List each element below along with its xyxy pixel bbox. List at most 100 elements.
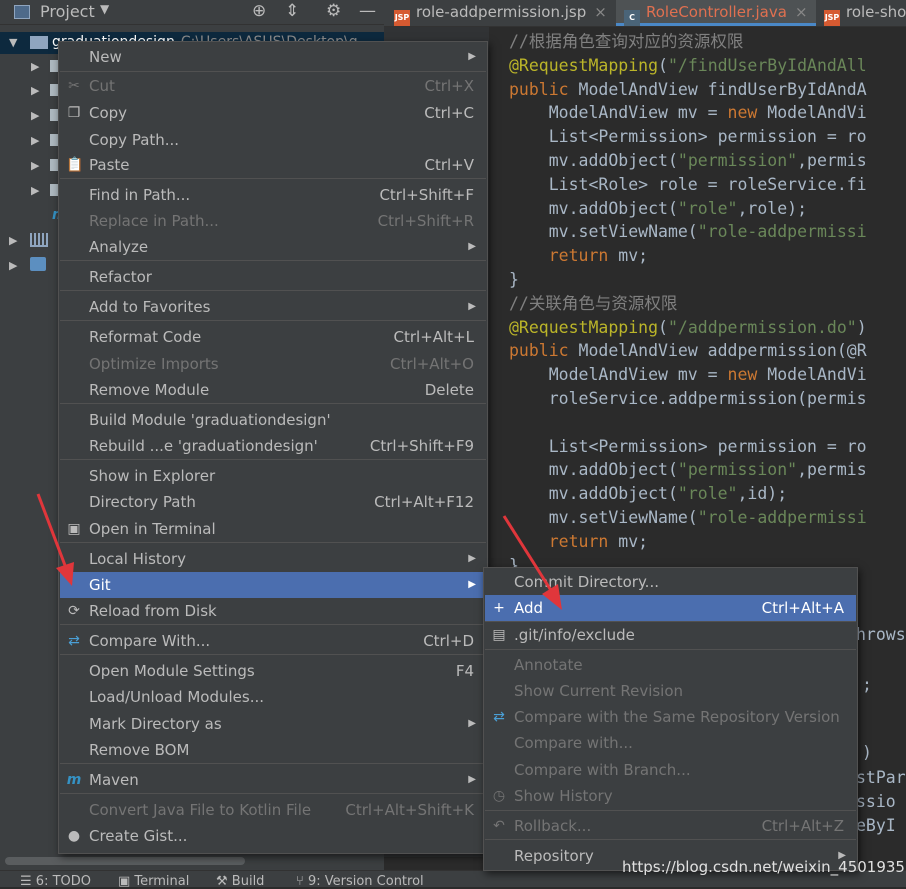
tool-todo[interactable]: ☰ 6: TODO [20,874,91,889]
tool-build[interactable]: ⚒ Build [216,874,264,889]
context-menu-item-add-to-favorites[interactable]: Add to Favorites ▶ [60,294,486,320]
tree-expand-icon[interactable]: ▶ [31,134,39,147]
context-menu-item-remove-bom[interactable]: Remove BOM [60,737,486,763]
context-menu-item-compare-with[interactable]: ⇄ Compare With... Ctrl+D [60,628,486,654]
tool-label: 9: Version Control [307,874,424,889]
tree-expand-icon[interactable]: ▶ [31,84,39,97]
git-submenu-item-compare-with-the-same-repository-version[interactable]: ⇄ Compare with the Same Repository Versio… [485,704,856,730]
tab-role-show[interactable]: JSP role-sho [824,0,906,26]
tab-role-addpermission-jsp[interactable]: JSP role-addpermission.jsp × [394,0,607,26]
context-menu-item-replace-in-path[interactable]: Replace in Path... Ctrl+Shift+R [60,208,486,234]
context-menu-item-load-unload-modules[interactable]: Load/Unload Modules... [60,684,486,710]
context-menu-item-show-in-explorer[interactable]: Show in Explorer [60,463,486,489]
tab-rolecontroller-java[interactable]: C RoleController.java × [616,0,816,26]
code-line: mv.setViewName("role-addpermissi [509,222,867,242]
context-menu-item-open-module-settings[interactable]: Open Module Settings F4 [60,658,486,684]
context-menu-item-find-in-path[interactable]: Find in Path... Ctrl+Shift+F [60,182,486,208]
git-submenu: Commit Directory... + Add Ctrl+Alt+A ▤ .git/i… [483,567,858,871]
tree-expand-icon[interactable]: ▶ [9,259,17,272]
menu-item-shortcut: Ctrl+Shift+F [379,186,474,204]
git-submenu-item-rollback[interactable]: ↶ Rollback... Ctrl+Alt+Z [485,813,856,839]
code-line: //根据角色查询对应的资源权限 [509,32,744,51]
submenu-arrow-icon: ▶ [468,301,476,312]
context-menu-item-maven[interactable]: m Maven ▶ [60,767,486,793]
hammer-icon: ⚒ [216,874,232,889]
context-menu-item-reload-from-disk[interactable]: ⟳ Reload from Disk [60,598,486,624]
menu-separator [60,624,486,625]
menu-item-shortcut: Ctrl+Shift+R [377,212,474,230]
context-menu-item-directory-path[interactable]: Directory Path Ctrl+Alt+F12 [60,489,486,515]
chevron-down-icon[interactable]: ▼ [100,2,109,16]
project-panel-title[interactable]: Project [40,2,95,21]
context-menu-item-mark-directory-as[interactable]: Mark Directory as ▶ [60,711,486,737]
external-libraries-icon [30,233,48,247]
menu-item-label: Remove Module [89,381,210,399]
tool-label: 6: TODO [35,874,91,889]
close-icon[interactable]: × [795,3,808,21]
code-fragment-text: eByI [856,816,896,835]
horizontal-scrollbar[interactable] [5,857,245,865]
menu-item-label: Annotate [514,656,583,674]
context-menu-item-convert-java-file-to-kotlin-file[interactable]: Convert Java File to Kotlin File Ctrl+Alt… [60,797,486,823]
menu-item-label: Open in Terminal [89,520,216,538]
project-icon [14,5,30,19]
context-menu-item-refactor[interactable]: Refactor [60,264,486,290]
menu-separator [485,649,856,650]
expand-arrow-icon[interactable]: ▼ [9,36,17,49]
git-submenu-item-git-info-exclude[interactable]: ▤ .git/info/exclude [485,622,856,648]
tree-expand-icon[interactable]: ▶ [31,109,39,122]
menu-item-shortcut: F4 [455,662,474,680]
context-menu-item-copy-path[interactable]: Copy Path... [60,127,486,153]
git-submenu-item-compare-with-branch[interactable]: Compare with Branch... [485,757,856,783]
context-menu-item-paste[interactable]: 📋 Paste Ctrl+V [60,152,486,178]
code-fragment-text: ssio [856,792,896,811]
context-menu-item-optimize-imports[interactable]: Optimize Imports Ctrl+Alt+O [60,351,486,377]
code-fragment-text: hrows [856,625,906,644]
git-submenu-item-compare-with[interactable]: Compare with... [485,730,856,756]
menu-item-shortcut: Ctrl+Alt+F12 [374,493,474,511]
tab-label: role-addpermission.jsp [416,3,587,21]
context-menu-item-new[interactable]: New ▶ [60,44,486,70]
hide-icon[interactable]: — [359,1,376,21]
collapse-all-icon[interactable]: ⇕ [285,1,299,21]
context-menu-item-rebuild-e-graduationdesign[interactable]: Rebuild ...e 'graduationdesign' Ctrl+Shif… [60,433,486,459]
context-menu-item-remove-module[interactable]: Remove Module Delete [60,377,486,403]
menu-item-label: Maven [89,771,139,789]
menu-separator [60,178,486,179]
menu-separator [485,839,856,840]
tree-expand-icon[interactable]: ▶ [31,60,39,73]
close-icon[interactable]: × [594,3,607,21]
git-submenu-item-show-history[interactable]: ◷ Show History [485,783,856,809]
submenu-arrow-icon: ▶ [468,241,476,252]
gear-icon[interactable]: ⚙ [326,1,341,21]
context-menu-item-copy[interactable]: ❐ Copy Ctrl+C [60,100,486,126]
code-line: mv.addObject("role",id); [509,484,788,504]
menu-item-label: Copy [89,104,128,122]
locate-icon[interactable]: ⊕ [252,1,266,21]
menu-item-label: Local History [89,550,187,568]
module-folder-icon [30,36,48,49]
tree-expand-icon[interactable]: ▶ [31,184,39,197]
context-menu-item-analyze[interactable]: Analyze ▶ [60,234,486,260]
context-menu-item-cut[interactable]: ✂ Cut Ctrl+X [60,73,486,99]
context-menu-item-create-gist[interactable]: ● Create Gist... [60,823,486,849]
context-menu-item-local-history[interactable]: Local History ▶ [60,546,486,572]
context-menu-item-open-in-terminal[interactable]: ▣ Open in Terminal [60,516,486,542]
menu-item-label: Load/Unload Modules... [89,688,265,706]
tool-label: Build [231,874,265,889]
code-line: mv.addObject("role",role); [509,198,808,218]
reload-icon: ⟳ [68,603,80,619]
git-submenu-item-annotate[interactable]: Annotate [485,652,856,678]
menu-item-label: Repository [514,847,594,865]
tool-version-control[interactable]: ⑂ 9: Version Control [296,874,424,889]
menu-item-shortcut: Ctrl+Alt+L [393,328,475,346]
context-menu: New ▶ ✂ Cut Ctrl+X ❐ Copy Ctrl+C Copy Path... 📋 Pa… [58,41,488,854]
context-menu-item-git[interactable]: Git ▶ [60,572,486,598]
tree-expand-icon[interactable]: ▶ [31,159,39,172]
menu-separator [60,542,486,543]
tool-terminal[interactable]: ▣ Terminal [118,874,189,889]
context-menu-item-reformat-code[interactable]: Reformat Code Ctrl+Alt+L [60,324,486,350]
git-submenu-item-show-current-revision[interactable]: Show Current Revision [485,678,856,704]
tree-expand-icon[interactable]: ▶ [9,234,17,247]
context-menu-item-build-module-graduationdesign[interactable]: Build Module 'graduationdesign' [60,407,486,433]
